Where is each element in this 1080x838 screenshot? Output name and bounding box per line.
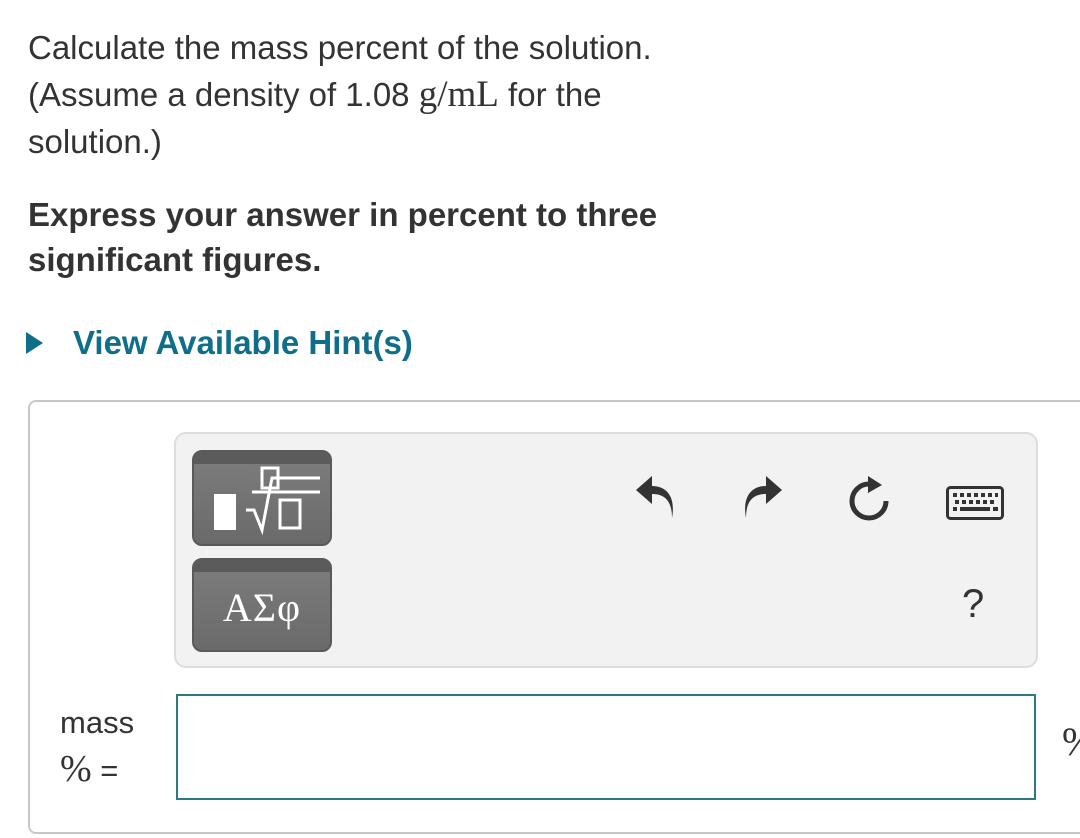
- answer-input[interactable]: [176, 694, 1036, 800]
- view-hints-label: View Available Hint(s): [73, 324, 413, 361]
- page: Calculate the mass percent of the soluti…: [0, 0, 1080, 838]
- templates-button[interactable]: [192, 450, 332, 546]
- question-text: Calculate the mass percent of the soluti…: [28, 24, 748, 165]
- help-button[interactable]: ?: [962, 582, 984, 627]
- question-line-2-post: for the: [498, 76, 602, 113]
- instruction-line-1: Express your answer in percent to three: [28, 196, 658, 233]
- equals-sign: =: [91, 753, 119, 788]
- density-unit-math: g/mL: [418, 74, 499, 115]
- keyboard-icon[interactable]: [946, 486, 1004, 520]
- answer-instruction: Express your answer in percent to three …: [28, 192, 748, 282]
- variable-symbol-line: % =: [60, 746, 160, 794]
- question-line-3: solution.): [28, 123, 162, 160]
- greek-symbols-button[interactable]: ΑΣφ: [192, 558, 332, 652]
- undo-arrow-icon[interactable]: [632, 474, 680, 522]
- greek-symbols-label: ΑΣφ: [222, 585, 302, 630]
- math-toolbar: ΑΣφ ?: [174, 432, 1038, 668]
- instruction-line-2: significant figures.: [28, 241, 322, 278]
- question-line-1: Calculate the mass percent of the soluti…: [28, 29, 652, 66]
- reset-icon[interactable]: [844, 476, 894, 526]
- question-line-2: (Assume a density of 1.08 g/mL for the: [28, 71, 748, 118]
- triangle-right-icon: [26, 332, 43, 354]
- redo-arrow-icon[interactable]: [738, 474, 786, 522]
- fraction-sqrt-template-icon: [214, 466, 320, 536]
- variable-word: mass: [60, 705, 135, 740]
- answer-variable-label: mass % =: [60, 700, 160, 794]
- view-hints-link[interactable]: View Available Hint(s): [26, 320, 413, 366]
- percent-symbol: %: [60, 748, 92, 790]
- question-line-2-pre: (Assume a density of 1.08: [28, 76, 419, 113]
- answer-unit-label: %: [1062, 718, 1080, 765]
